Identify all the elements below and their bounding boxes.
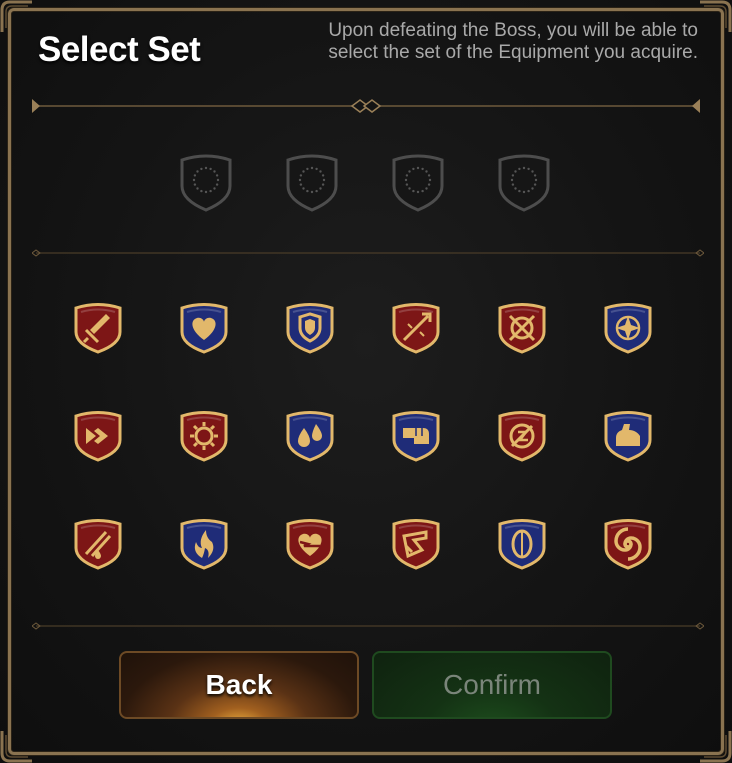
back-button-label: Back [205, 669, 273, 700]
shield-icon[interactable] [284, 300, 336, 356]
corner-ornament [0, 731, 32, 763]
water-drops-icon[interactable] [284, 408, 336, 464]
empty-set-slot [496, 152, 552, 212]
empty-set-slot [178, 152, 234, 212]
fist-icon[interactable] [390, 408, 442, 464]
corner-ornament [700, 0, 732, 32]
confirm-button-label: Confirm [442, 669, 541, 700]
corner-ornament [700, 731, 732, 763]
oval-shield-icon[interactable] [496, 516, 548, 572]
four-point-star-icon[interactable] [602, 300, 654, 356]
flexed-arm-icon[interactable] [602, 408, 654, 464]
slashed-circle-icon[interactable] [496, 408, 548, 464]
swirl-icon[interactable] [602, 516, 654, 572]
bleeding-slash-icon[interactable] [72, 516, 124, 572]
target-crosshair-icon[interactable] [496, 300, 548, 356]
broken-spear-icon[interactable] [390, 300, 442, 356]
header-divider [32, 99, 700, 113]
empty-set-slot [390, 152, 446, 212]
claw-strike-icon[interactable] [390, 516, 442, 572]
back-button[interactable]: Back [119, 651, 359, 719]
speed-arrow-icon[interactable] [72, 408, 124, 464]
set-selection-notice: Upon defeating the Boss, you will be abl… [328, 20, 698, 63]
empty-set-slot [284, 152, 340, 212]
section-divider [32, 622, 704, 630]
dialog-frame [8, 8, 724, 755]
sword-icon[interactable] [72, 300, 124, 356]
section-divider [32, 249, 704, 257]
heart-icon[interactable] [178, 300, 230, 356]
select-set-dialog: Select Set Upon defeating the Boss, you … [0, 0, 732, 763]
sun-burst-icon[interactable] [178, 408, 230, 464]
flame-icon[interactable] [178, 516, 230, 572]
selected-set-slots [0, 152, 732, 214]
page-title: Select Set [38, 30, 201, 69]
cracked-heart-icon[interactable] [284, 516, 336, 572]
confirm-button[interactable]: Confirm [372, 651, 612, 719]
corner-ornament [0, 0, 32, 32]
